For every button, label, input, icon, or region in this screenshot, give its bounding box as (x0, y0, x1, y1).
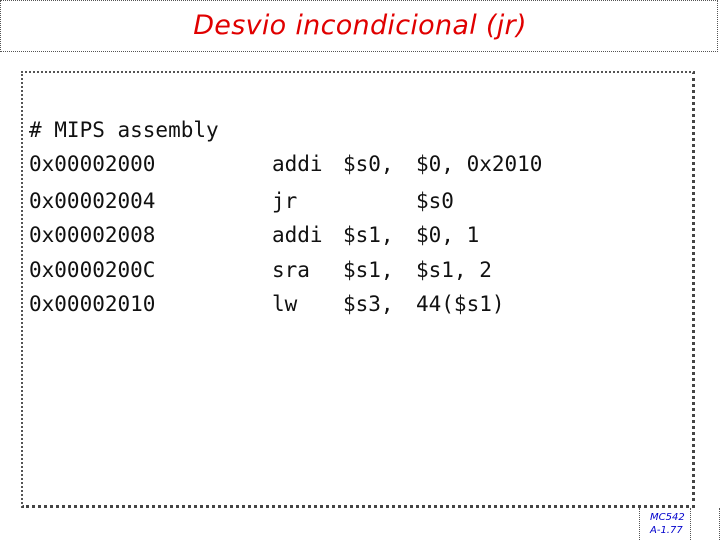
footer-border (0, 508, 720, 540)
opcode-3: sra (272, 258, 310, 282)
operand1-0: $s0, (343, 152, 394, 176)
slide-title: Desvio incondicional (jr) (193, 10, 527, 41)
address-0: 0x00002000 (29, 152, 156, 176)
footer-course: MC542 (650, 512, 685, 523)
code-comment: # MIPS assembly (29, 118, 219, 142)
address-4: 0x00002010 (29, 292, 156, 316)
operand2-1: $s0 (416, 189, 454, 213)
operand2-2: $0, 1 (416, 223, 480, 247)
opcode-2: addi (272, 223, 323, 247)
operand1-2: $s1, (343, 223, 394, 247)
address-3: 0x0000200C (29, 258, 156, 282)
address-2: 0x00002008 (29, 223, 156, 247)
opcode-0: addi (272, 152, 323, 176)
opcode-1: jr (272, 189, 298, 213)
footer-page: A-1.77 (650, 525, 683, 536)
address-1: 0x00002004 (29, 189, 156, 213)
operand1-4: $s3, (343, 292, 394, 316)
operand2-4: 44($s1) (416, 292, 505, 316)
operand2-3: $s1, 2 (416, 258, 492, 282)
operand1-3: $s1, (343, 258, 394, 282)
opcode-4: lw (272, 292, 298, 316)
operand2-0: $0, 0x2010 (416, 152, 543, 176)
